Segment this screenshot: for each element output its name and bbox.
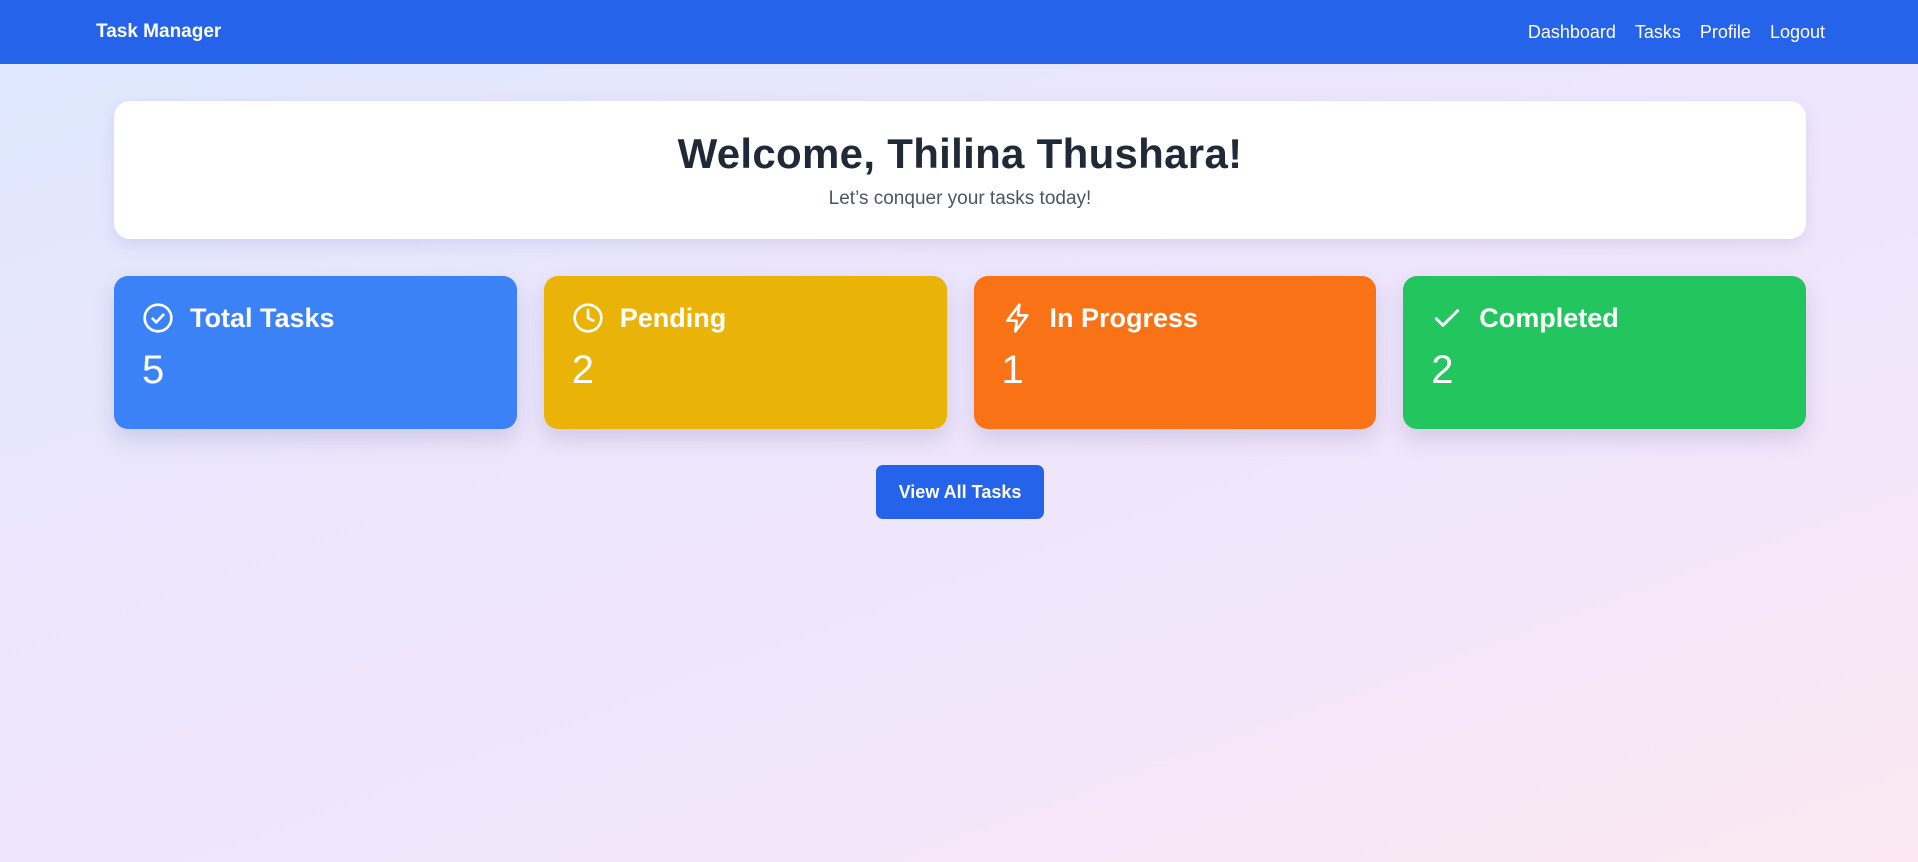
brand-logo[interactable]: Task Manager [96, 21, 221, 43]
stat-header: Total Tasks [142, 302, 489, 334]
stat-label: Pending [619, 302, 727, 333]
welcome-subtitle: Let’s conquer your tasks today! [828, 188, 1092, 209]
stat-card-in-progress: In Progress 1 [973, 276, 1377, 429]
stat-card-total-tasks: Total Tasks 5 [114, 276, 517, 429]
stat-value: 2 [571, 348, 594, 392]
stat-card-pending: Pending 2 [543, 276, 947, 429]
stat-card-completed: Completed 2 [1403, 276, 1806, 429]
checkmark-icon [1431, 302, 1463, 334]
stat-value: 1 [1001, 348, 1024, 392]
stat-header: Pending [572, 302, 919, 334]
stat-header: In Progress [1002, 302, 1349, 334]
stat-label: Completed [1479, 302, 1619, 333]
nav-link-logout[interactable]: Logout [1770, 22, 1825, 43]
actions-row: View All Tasks [114, 465, 1806, 519]
nav-link-dashboard[interactable]: Dashboard [1528, 22, 1616, 43]
welcome-title: Welcome, Thilina Thushara! [677, 130, 1243, 177]
stat-header: Completed [1431, 302, 1778, 334]
view-all-tasks-button[interactable]: View All Tasks [876, 465, 1044, 519]
lightning-icon [1002, 302, 1034, 334]
stat-label: In Progress [1049, 302, 1199, 333]
clock-icon [572, 302, 604, 334]
check-circle-icon [142, 302, 174, 334]
nav-link-tasks[interactable]: Tasks [1635, 22, 1681, 43]
welcome-card: Welcome, Thilina Thushara! Let’s conquer… [114, 101, 1806, 239]
stat-value: 2 [1431, 348, 1454, 392]
stat-label: Total Tasks [190, 302, 335, 333]
nav-links: Dashboard Tasks Profile Logout [1528, 22, 1825, 43]
stats-row: Total Tasks 5 Pending 2 In Progress 1 Co… [114, 276, 1806, 429]
nav-link-profile[interactable]: Profile [1700, 22, 1751, 43]
main-content: Welcome, Thilina Thushara! Let’s conquer… [114, 101, 1806, 519]
stat-value: 5 [142, 348, 165, 392]
top-navbar: Task Manager Dashboard Tasks Profile Log… [0, 0, 1918, 64]
